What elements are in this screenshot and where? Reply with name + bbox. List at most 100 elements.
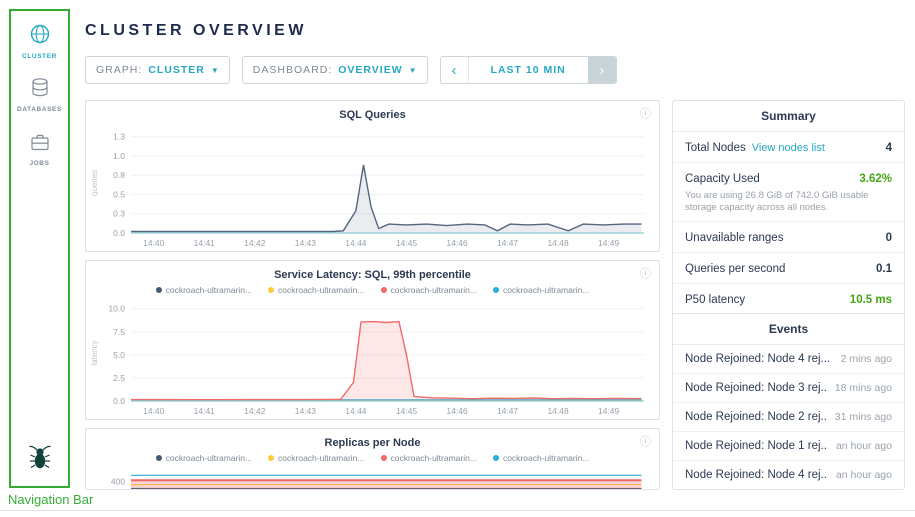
prev-time-button[interactable]: ‹: [441, 57, 469, 83]
svg-text:1.0: 1.0: [113, 151, 125, 161]
svg-text:14:48: 14:48: [547, 238, 569, 248]
svg-text:14:41: 14:41: [194, 406, 216, 416]
summary-value: 3.62%: [859, 173, 892, 185]
legend-item: cockroach-ultramarin...: [156, 453, 252, 463]
summary-value: 10.5 ms: [850, 294, 892, 306]
chart-title: SQL Queries: [86, 109, 659, 121]
svg-text:14:41: 14:41: [194, 238, 216, 248]
summary-value: 4: [886, 142, 892, 154]
annotation-caption: Navigation Bar: [8, 492, 93, 507]
event-row[interactable]: Node Rejoined: Node 1 rej...an hour ago: [673, 432, 904, 461]
legend-dot: [493, 287, 499, 293]
svg-text:5.0: 5.0: [113, 350, 125, 360]
svg-text:14:46: 14:46: [446, 406, 468, 416]
summary-row: Unavailable ranges 0: [673, 222, 904, 253]
legend-item: cockroach-ultramarin...: [268, 453, 364, 463]
databases-icon: [30, 85, 50, 102]
next-time-button[interactable]: ›: [588, 57, 616, 83]
summary-value: 0: [886, 232, 892, 244]
graph-dropdown-label: GRAPH:: [96, 64, 142, 76]
events-panel: Events Node Rejoined: Node 4 rej...2 min…: [672, 313, 905, 490]
svg-text:14:46: 14:46: [446, 238, 468, 248]
svg-text:14:45: 14:45: [396, 406, 418, 416]
svg-text:1.3: 1.3: [113, 132, 125, 142]
dashboard-dropdown-label: DASHBOARD:: [253, 64, 332, 76]
legend-dot: [268, 287, 274, 293]
graph-dropdown[interactable]: GRAPH: CLUSTER ▼: [85, 56, 230, 84]
dashboard-dropdown[interactable]: DASHBOARD: OVERVIEW ▼: [242, 56, 428, 84]
event-time: 2 mins ago: [841, 353, 892, 365]
info-icon[interactable]: ⓘ: [640, 105, 651, 121]
legend-item: cockroach-ultramarin...: [156, 285, 252, 295]
summary-value: 0.1: [876, 263, 892, 275]
summary-label: Queries per second: [685, 263, 785, 275]
event-message: Node Rejoined: Node 4 rej...: [685, 469, 828, 481]
svg-text:0.8: 0.8: [113, 170, 125, 180]
legend-label: cockroach-ultramarin...: [278, 453, 364, 463]
sidebar-item-cluster[interactable]: CLUSTER: [11, 23, 68, 60]
legend-dot: [381, 287, 387, 293]
chart-legend: cockroach-ultramarin... cockroach-ultrama…: [86, 453, 659, 463]
info-icon[interactable]: ⓘ: [640, 265, 651, 281]
legend-dot: [493, 455, 499, 461]
page-title: CLUSTER OVERVIEW: [85, 22, 307, 40]
svg-text:14:43: 14:43: [295, 406, 317, 416]
chart-title: Replicas per Node: [86, 437, 659, 449]
summary-label: Unavailable ranges: [685, 232, 783, 244]
legend-label: cockroach-ultramarin...: [166, 453, 252, 463]
legend-label: cockroach-ultramarin...: [391, 453, 477, 463]
summary-label: Total Nodes: [685, 142, 746, 154]
graph-dropdown-value: CLUSTER: [148, 64, 205, 76]
chart-panel-service-latency: Service Latency: SQL, 99th percentile ⓘ …: [85, 260, 660, 420]
svg-text:14:44: 14:44: [345, 406, 367, 416]
event-row[interactable]: Node Rejoined: Node 4 rej...2 mins ago: [673, 345, 904, 374]
sidebar-item-jobs[interactable]: JOBS: [11, 133, 68, 167]
svg-text:0.3: 0.3: [113, 209, 125, 219]
summary-note: You are using 26.8 GiB of 742.0 GiB usab…: [685, 190, 892, 215]
jobs-icon: [30, 139, 50, 156]
svg-text:queries: queries: [90, 170, 99, 196]
svg-text:14:47: 14:47: [497, 406, 519, 416]
svg-text:14:45: 14:45: [396, 238, 418, 248]
legend-label: cockroach-ultramarin...: [391, 285, 477, 295]
time-range-label[interactable]: LAST 10 MIN: [469, 57, 588, 83]
svg-text:14:40: 14:40: [143, 238, 165, 248]
legend-label: cockroach-ultramarin...: [166, 285, 252, 295]
sql-queries-plot: 0.0 0.3 0.5 0.8 1.0 1.3 queries 14:40 14:41 14:42…: [87, 127, 658, 251]
event-row[interactable]: Node Rejoined: Node 3 rej...18 mins ago: [673, 374, 904, 403]
service-latency-plot: 0.02.55.07.510.0latency14:4014:4114:4214…: [87, 299, 658, 419]
svg-text:0.0: 0.0: [113, 228, 125, 238]
svg-text:14:40: 14:40: [143, 406, 165, 416]
chart-panel-sql-queries: SQL Queries ⓘ 0.0 0.3 0.5 0.8 1.0 1.3 queries 1…: [85, 100, 660, 252]
svg-text:0.5: 0.5: [113, 189, 125, 199]
event-row[interactable]: Node Rejoined: Node 2 rej...31 mins ago: [673, 403, 904, 432]
sidebar-item-label: CLUSTER: [11, 53, 68, 60]
legend-dot: [381, 455, 387, 461]
navigation-bar: CLUSTER DATABASES JOBS: [9, 9, 70, 488]
svg-text:0.0: 0.0: [113, 396, 125, 406]
svg-text:14:42: 14:42: [244, 238, 266, 248]
legend-label: cockroach-ultramarin...: [278, 285, 364, 295]
chevron-down-icon: ▼: [409, 66, 417, 75]
sidebar-item-databases[interactable]: DATABASES: [11, 77, 68, 113]
cockroachdb-logo[interactable]: [11, 443, 68, 476]
summary-row: Queries per second 0.1: [673, 253, 904, 284]
admin-ui-window: CLUSTER DATABASES JOBS: [0, 0, 915, 491]
summary-row: Total Nodes View nodes list 4: [673, 132, 904, 163]
legend-item: cockroach-ultramarin...: [493, 285, 589, 295]
events-rows: Node Rejoined: Node 4 rej...2 mins agoNo…: [673, 345, 904, 490]
legend-item: cockroach-ultramarin...: [381, 285, 477, 295]
svg-text:14:44: 14:44: [345, 238, 367, 248]
svg-text:7.5: 7.5: [113, 327, 125, 337]
svg-text:14:48: 14:48: [547, 406, 569, 416]
summary-label: Capacity Used: [685, 173, 760, 185]
info-icon[interactable]: ⓘ: [640, 433, 651, 449]
summary-panel: Summary Total Nodes View nodes list 4 Capac…: [672, 100, 905, 346]
event-row[interactable]: Node Rejoined: Node 4 rej...an hour ago: [673, 461, 904, 490]
event-message: Node Rejoined: Node 1 rej...: [685, 440, 828, 452]
view-nodes-list-link[interactable]: View nodes list: [752, 142, 825, 154]
summary-title: Summary: [673, 101, 904, 132]
legend-dot: [156, 287, 162, 293]
event-time: 18 mins ago: [835, 382, 892, 394]
summary-row: Capacity Used 3.62% You are using 26.8 GiB…: [673, 163, 904, 222]
